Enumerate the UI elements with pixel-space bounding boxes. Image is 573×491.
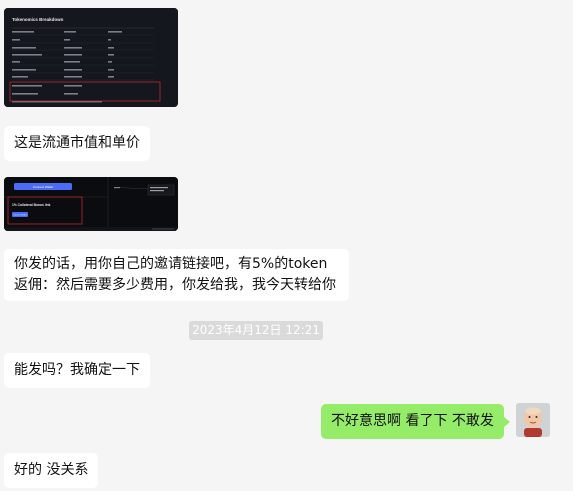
bonus-link-screenshot: Connect Wallet 1% Collateral Bonus link …	[4, 177, 178, 231]
message-text: 这是流通市值和单价	[14, 135, 140, 151]
message-text: 不好意思啊 看了下 不敢发	[331, 413, 494, 429]
tokenomics-title: Tokenomics Breakdown	[12, 17, 64, 22]
message-text: 好的 没关系	[14, 462, 89, 478]
avatar-image	[516, 403, 550, 437]
connect-wallet-button-small: Connect Wallet	[13, 214, 27, 217]
message-text: 能发吗？我确定一下	[14, 362, 140, 378]
user-avatar[interactable]	[516, 403, 550, 437]
own-message-bubble: 不好意思啊 看了下 不敢发	[321, 404, 510, 439]
message-bubble: 你发的话，用你自己的邀请链接吧，有5%的token返佣：然后需要多少费用，你发给…	[4, 249, 349, 301]
message-text: 你发的话，用你自己的邀请链接吧，有5%的token返佣：然后需要多少费用，你发给…	[14, 256, 336, 293]
tokenomics-screenshot: Tokenomics Breakdown	[4, 8, 178, 107]
message-bubble: 好的 没关系	[4, 453, 99, 488]
message-bubble: 能发吗？我确定一下	[4, 353, 150, 388]
bonus-heading: 1% Collateral Bonus link	[12, 203, 51, 207]
image-attachment-bonus-link[interactable]: Connect Wallet 1% Collateral Bonus link …	[4, 177, 178, 231]
timestamp: 2023年4月12日 12:21	[189, 321, 323, 340]
message-bubble: 这是流通市值和单价	[4, 126, 150, 161]
image-attachment-tokenomics[interactable]: Tokenomics Breakdown	[4, 8, 178, 107]
connect-wallet-button: Connect Wallet	[33, 185, 53, 189]
